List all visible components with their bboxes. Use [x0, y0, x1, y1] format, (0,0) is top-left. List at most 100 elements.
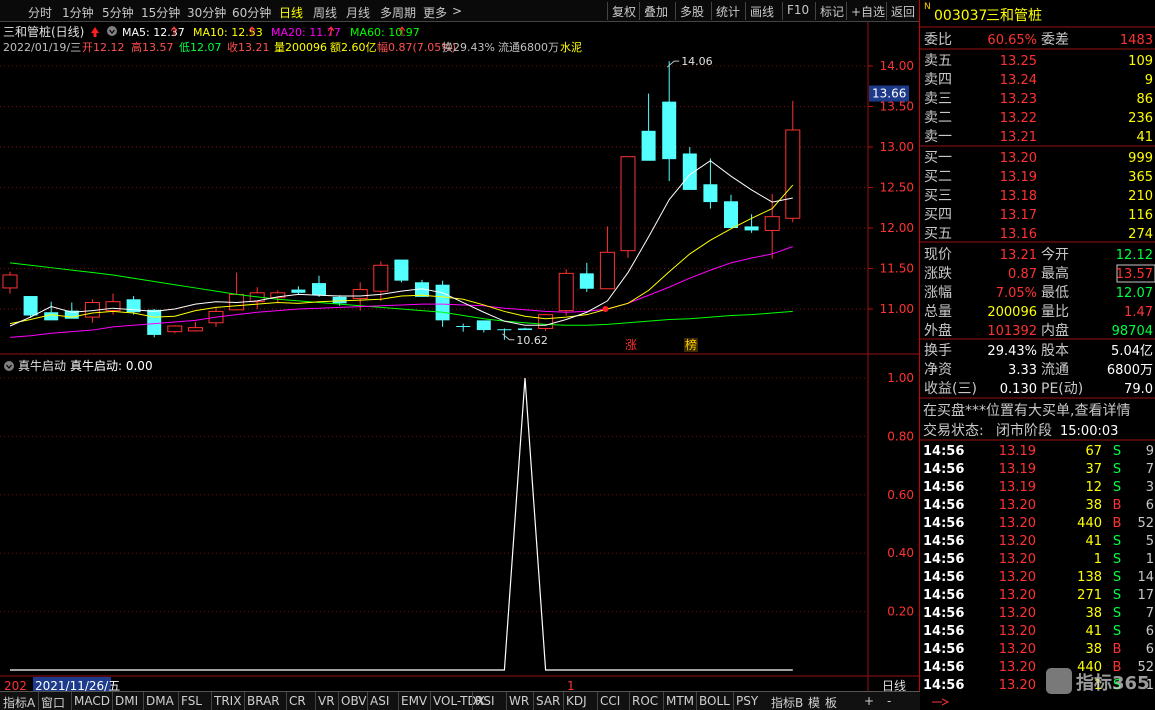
indicator-tab-20[interactable]: MTM	[666, 694, 694, 708]
right-tab-3[interactable]: +	[864, 694, 874, 708]
indicator-tab-22[interactable]: PSY	[736, 694, 758, 708]
stat2-label: 换手	[924, 342, 952, 359]
big-order-notice[interactable]: 在买盘***位置有大买单,查看详情	[923, 402, 1130, 419]
indicator-tab-7[interactable]: BRAR	[247, 694, 280, 708]
tick-time: 14:56	[923, 534, 964, 549]
indicator-tab-4[interactable]: DMA	[146, 694, 174, 708]
stat-label: 总量	[924, 304, 952, 320]
tab-divider	[286, 692, 287, 710]
indicator-tab-10[interactable]: OBV	[341, 694, 367, 708]
indicator-tab-16[interactable]: SAR	[536, 694, 560, 708]
tick-count: 9	[1146, 444, 1154, 459]
more-chevron-icon[interactable]: >	[452, 4, 462, 18]
right-tab-0[interactable]: 指标B	[771, 694, 803, 710]
tab-divider	[71, 692, 72, 710]
date-axis-start: 202	[4, 679, 27, 691]
chart-area[interactable]: 14.0013.5013.0012.5012.0011.5011.0013.66…	[0, 22, 920, 691]
period-tab-0[interactable]: 分时	[28, 4, 52, 21]
right-tab-1[interactable]: 模	[808, 694, 820, 710]
indicator-tab-8[interactable]: CR	[289, 694, 306, 708]
tick-side: S	[1113, 588, 1121, 603]
stat-value: 98704	[1112, 324, 1153, 339]
candle-body	[641, 130, 656, 161]
bid-level-label: 买二	[924, 169, 952, 185]
toolbar-button-5[interactable]: F10	[787, 3, 809, 17]
stat2-value: 3.33	[1008, 363, 1037, 378]
period-tab-5[interactable]: 60分钟	[232, 4, 271, 21]
tick-volume: 41	[1085, 624, 1102, 639]
period-tab-9[interactable]: 多周期	[380, 4, 416, 21]
period-tab-10[interactable]: 更多	[423, 4, 447, 21]
expand-arrow-icon[interactable]	[932, 698, 950, 706]
indicator-tab-9[interactable]: VR	[318, 694, 335, 708]
toolbar-button-6[interactable]: 标记	[820, 3, 844, 20]
indicator-tab-18[interactable]: CCI	[600, 694, 620, 708]
ranking-marker[interactable]: 榜	[685, 337, 697, 352]
tick-price: 13.20	[999, 516, 1036, 531]
tick-time: 14:56	[923, 480, 964, 495]
tick-side: S	[1113, 570, 1121, 585]
period-indicator: 日线	[882, 679, 906, 691]
indicator-tab-1[interactable]: 窗口	[41, 694, 65, 710]
chart-title: 三和管桩(日线)	[3, 24, 84, 39]
right-tab-4[interactable]: -	[887, 694, 891, 708]
indicator-tab-21[interactable]: BOLL	[699, 694, 730, 708]
indicator-settings-icon[interactable]	[4, 361, 14, 371]
settings-circle-icon[interactable]	[107, 26, 117, 36]
period-tab-7[interactable]: 周线	[313, 4, 337, 21]
period-tab-2[interactable]: 5分钟	[102, 4, 134, 21]
indicator-tab-14[interactable]: RSI	[475, 694, 495, 708]
tick-count: 7	[1146, 606, 1154, 621]
bid-level-label: 买五	[924, 226, 952, 242]
toolbar-button-8[interactable]: 返回	[891, 3, 915, 20]
candle-body	[394, 259, 409, 281]
period-tab-3[interactable]: 15分钟	[141, 4, 180, 21]
tick-count: 6	[1146, 642, 1154, 657]
indicator-value: 真牛启动: 0.00	[70, 358, 153, 373]
indicator-tab-12[interactable]: EMV	[401, 694, 427, 708]
bid-volume: 116	[1128, 208, 1153, 223]
indicator-tick-label: 0.40	[887, 546, 914, 560]
indicator-tab-19[interactable]: ROC	[632, 694, 658, 708]
bid-price: 13.19	[1000, 170, 1037, 185]
tab-divider	[211, 692, 212, 710]
tick-price: 13.19	[999, 462, 1036, 477]
toolbar-button-2[interactable]: 多股	[680, 3, 704, 20]
period-tab-1[interactable]: 1分钟	[62, 4, 94, 21]
toolbar-button-3[interactable]: 统计	[716, 3, 740, 20]
tick-time: 14:56	[923, 678, 964, 693]
tick-time: 14:56	[923, 624, 964, 639]
tick-count: 14	[1137, 570, 1154, 585]
right-tab-2[interactable]: 板	[825, 694, 837, 710]
period-tab-6[interactable]: 日线	[279, 4, 303, 21]
indicator-tab-15[interactable]: WR	[509, 694, 529, 708]
toolbar-button-7[interactable]: +自选	[851, 3, 885, 20]
candle-body	[744, 226, 759, 231]
stat-label: 今开	[1041, 247, 1069, 263]
info-field-4: 收13.21	[227, 40, 270, 54]
tick-price: 13.20	[999, 552, 1036, 567]
candle-body	[105, 301, 121, 312]
indicator-tab-0[interactable]: 指标A	[3, 694, 35, 710]
tab-divider	[563, 692, 564, 710]
tab-divider	[178, 692, 179, 710]
indicator-tab-3[interactable]: DMI	[115, 694, 138, 708]
indicator-tab-5[interactable]: FSL	[181, 694, 202, 708]
indicator-tab-2[interactable]: MACD	[74, 694, 110, 708]
tick-time: 14:56	[923, 516, 964, 531]
toolbar-button-0[interactable]: 复权	[612, 3, 636, 20]
toolbar-button-1[interactable]: 叠加	[644, 3, 668, 20]
tick-time: 14:56	[923, 462, 964, 477]
indicator-tab-6[interactable]: TRIX	[214, 694, 241, 708]
period-tab-4[interactable]: 30分钟	[187, 4, 226, 21]
indicator-tab-17[interactable]: KDJ	[566, 694, 587, 708]
ask-level-label: 卖四	[924, 72, 952, 88]
limit-up-marker[interactable]: 涨	[625, 337, 637, 352]
tick-count: 6	[1146, 624, 1154, 639]
bid-price: 13.18	[1000, 189, 1037, 204]
period-tab-8[interactable]: 月线	[346, 4, 370, 21]
indicator-tab-11[interactable]: ASI	[370, 694, 389, 708]
indicator-tick-label: 0.60	[887, 488, 914, 502]
toolbar-button-4[interactable]: 画线	[750, 3, 774, 20]
ask-price: 13.22	[1000, 111, 1037, 126]
